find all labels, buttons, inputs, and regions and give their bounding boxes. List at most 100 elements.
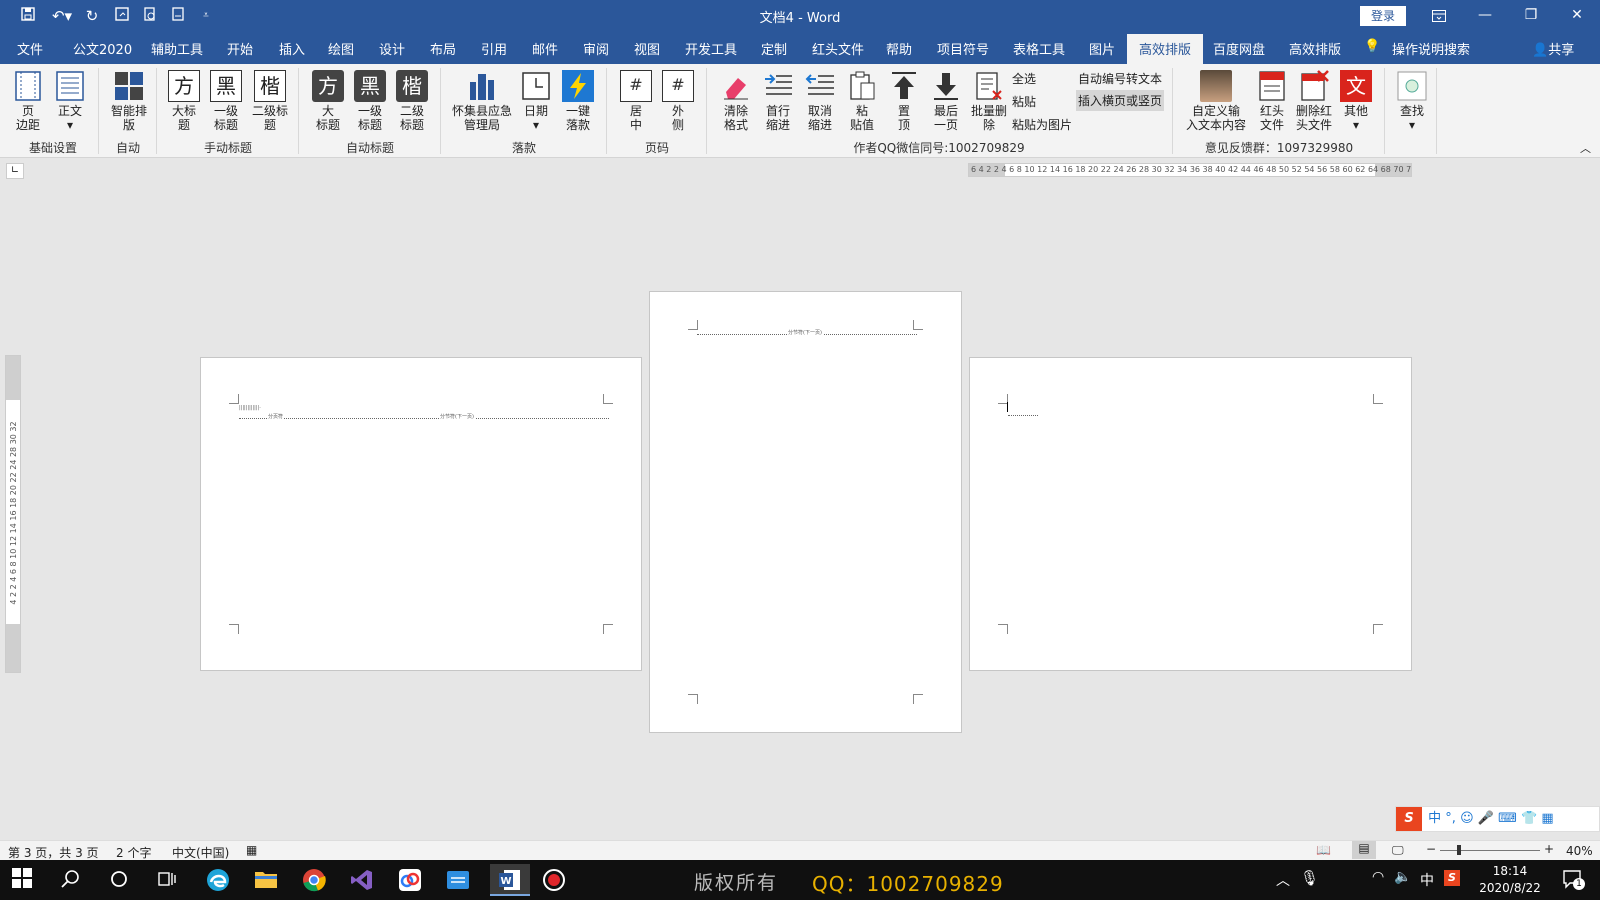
task-view-icon[interactable] (156, 868, 182, 892)
red-header-file-button[interactable]: 红头 文件 (1254, 70, 1290, 132)
sogou-logo-icon[interactable]: S (1396, 807, 1422, 831)
tab-file[interactable]: 文件 (17, 39, 43, 58)
clock[interactable]: 18:14 2020/8/22 (1474, 863, 1546, 897)
page-3[interactable] (969, 357, 1412, 671)
zoom-slider-thumb[interactable] (1457, 845, 1461, 855)
tab-red-header[interactable]: 红头文件 (812, 39, 864, 58)
org-name-button[interactable]: 怀集县应急 管理局 (450, 70, 514, 132)
manual-big-title-button[interactable]: 方 大标 题 (166, 70, 202, 132)
volume-icon[interactable]: 🔈 (1394, 869, 1411, 885)
tab-table-tools[interactable]: 表格工具 (1013, 39, 1065, 58)
page-1[interactable]: ||||||||||||· 分页符 分节符(下一页) (200, 357, 642, 671)
custom-input-button[interactable]: 自定义输 入文本内容 (1180, 70, 1252, 132)
tab-references[interactable]: 引用 (481, 39, 507, 58)
paste-value-button[interactable]: 粘 贴值 (842, 70, 882, 132)
tab-efficient-layout-active[interactable]: 高效排版 (1127, 34, 1204, 64)
close-button[interactable]: ✕ (1554, 0, 1600, 32)
ime-toolbar[interactable]: S 中 °, ☺ 🎤 ⌨ 👕 ▦ (1395, 806, 1600, 832)
file-explorer-icon[interactable] (254, 868, 280, 892)
zoom-out-button[interactable]: − (1426, 842, 1436, 856)
word-taskbar-icon[interactable]: W (490, 864, 530, 896)
baidu-netdisk-icon[interactable] (398, 868, 424, 892)
tab-picture[interactable]: 图片 (1089, 39, 1115, 58)
notification-center-icon[interactable]: 1 (1562, 868, 1585, 890)
page-number-outer-button[interactable]: # 外 侧 (660, 70, 696, 132)
tab-review[interactable]: 审阅 (583, 39, 609, 58)
tray-chevron-icon[interactable]: ︿ (1276, 870, 1290, 890)
paste-as-picture-button[interactable]: 粘贴为图片 (1012, 116, 1072, 133)
page-margin-button[interactable]: 页 边距 (10, 70, 46, 132)
tab-gongwen2020[interactable]: 公文2020 (73, 39, 132, 58)
page-2[interactable]: 分节符(下一页) (649, 291, 962, 733)
ribbon-display-icon[interactable] (1416, 0, 1462, 32)
skin-icon[interactable]: 👕 (1521, 811, 1537, 826)
windows-start-icon[interactable] (12, 868, 38, 892)
restore-button[interactable]: ❐ (1508, 0, 1554, 32)
photo-app-icon[interactable] (446, 868, 472, 892)
edge-browser-icon[interactable] (206, 868, 232, 892)
collapse-ribbon-icon[interactable]: ︿ (1580, 140, 1591, 156)
body-text-button[interactable]: 正文 ▾ (52, 70, 88, 132)
visual-studio-icon[interactable] (350, 868, 376, 892)
print-layout-icon[interactable]: ▤ (1352, 841, 1376, 859)
horizontal-ruler[interactable]: 6 4 2 2 4 6 8 10 12 14 16 18 20 22 24 26… (968, 163, 1412, 177)
ime-punct-toggle[interactable]: °, (1445, 811, 1456, 826)
smart-layout-button[interactable]: 智能排 版 (108, 70, 150, 132)
tab-design[interactable]: 设计 (379, 39, 405, 58)
select-all-button[interactable]: 全选 (1012, 70, 1036, 87)
share-button[interactable]: 👤共享 (1532, 39, 1574, 58)
tray-mic-icon[interactable]: 🎙 (1300, 869, 1319, 887)
emoji-icon[interactable]: ☺ (1460, 811, 1474, 826)
cancel-indent-button[interactable]: 取消 缩进 (800, 70, 840, 132)
tab-insert[interactable]: 插入 (279, 39, 305, 58)
search-icon[interactable] (60, 868, 86, 892)
document-area[interactable]: ∟ 6 4 2 2 4 6 8 10 12 14 16 18 20 22 24 … (0, 158, 1600, 840)
last-page-button[interactable]: 最后 一页 (926, 70, 966, 132)
delete-red-header-button[interactable]: 删除红 头文件 (1292, 70, 1336, 132)
one-click-sign-button[interactable]: 一键 落款 (560, 70, 596, 132)
zoom-in-button[interactable]: + (1544, 842, 1554, 856)
find-button[interactable]: 查找 ▾ (1392, 70, 1432, 132)
tab-baidu-netdisk[interactable]: 百度网盘 (1213, 39, 1265, 58)
recorder-icon[interactable] (542, 868, 568, 892)
tab-draw[interactable]: 绘图 (328, 39, 354, 58)
read-mode-icon[interactable]: 📖 (1316, 843, 1331, 857)
clear-format-button[interactable]: 清除 格式 (716, 70, 756, 132)
toolbox-icon[interactable]: ▦ (1541, 811, 1553, 826)
page-count[interactable]: 第 3 页，共 3 页 (8, 844, 99, 861)
tab-stop-selector[interactable]: ∟ (6, 163, 24, 179)
ime-lang-toggle[interactable]: 中 (1428, 811, 1441, 826)
tab-help[interactable]: 帮助 (886, 39, 912, 58)
word-count[interactable]: 2 个字 (116, 844, 151, 861)
other-button[interactable]: 文 其他 ▾ (1338, 70, 1374, 132)
zoom-level[interactable]: 40% (1566, 844, 1593, 858)
auto-level2-title-button[interactable]: 楷 二级 标题 (394, 70, 430, 132)
tab-home[interactable]: 开始 (227, 39, 253, 58)
page-number-center-button[interactable]: # 居 中 (618, 70, 654, 132)
tab-developer[interactable]: 开发工具 (685, 39, 737, 58)
auto-big-title-button[interactable]: 方 大 标题 (310, 70, 346, 132)
insert-landscape-portrait-button[interactable]: 插入横页或竖页 (1076, 90, 1165, 111)
zoom-slider[interactable] (1440, 850, 1540, 851)
paste-button[interactable]: 粘贴 (1012, 93, 1036, 110)
manual-level2-title-button[interactable]: 楷 二级标 题 (250, 70, 290, 132)
keyboard-icon[interactable]: ⌨ (1498, 811, 1517, 826)
tab-aux-tools[interactable]: 辅助工具 (151, 39, 203, 58)
tab-custom[interactable]: 定制 (761, 39, 787, 58)
tab-mailings[interactable]: 邮件 (532, 39, 558, 58)
tab-layout[interactable]: 布局 (430, 39, 456, 58)
login-button[interactable]: 登录 (1360, 6, 1406, 26)
sogou-tray-icon[interactable]: S (1444, 870, 1460, 886)
tell-me-icon[interactable]: 💡 (1364, 39, 1380, 54)
microphone-icon[interactable]: 🎤 (1478, 811, 1494, 826)
tab-bullets[interactable]: 项目符号 (937, 39, 989, 58)
minimize-button[interactable]: — (1462, 0, 1508, 32)
web-layout-icon[interactable]: 🖵 (1392, 843, 1404, 858)
cortana-icon[interactable] (108, 868, 134, 892)
language[interactable]: 中文(中国) (172, 844, 229, 861)
network-icon[interactable]: ◠ (1372, 869, 1384, 885)
tab-view[interactable]: 视图 (634, 39, 660, 58)
vertical-ruler[interactable]: 4 2 2 4 6 8 10 12 14 16 18 20 22 24 28 3… (5, 355, 21, 673)
date-button[interactable]: 日期 ▾ (518, 70, 554, 132)
tell-me-search[interactable]: 操作说明搜索 (1392, 39, 1470, 58)
